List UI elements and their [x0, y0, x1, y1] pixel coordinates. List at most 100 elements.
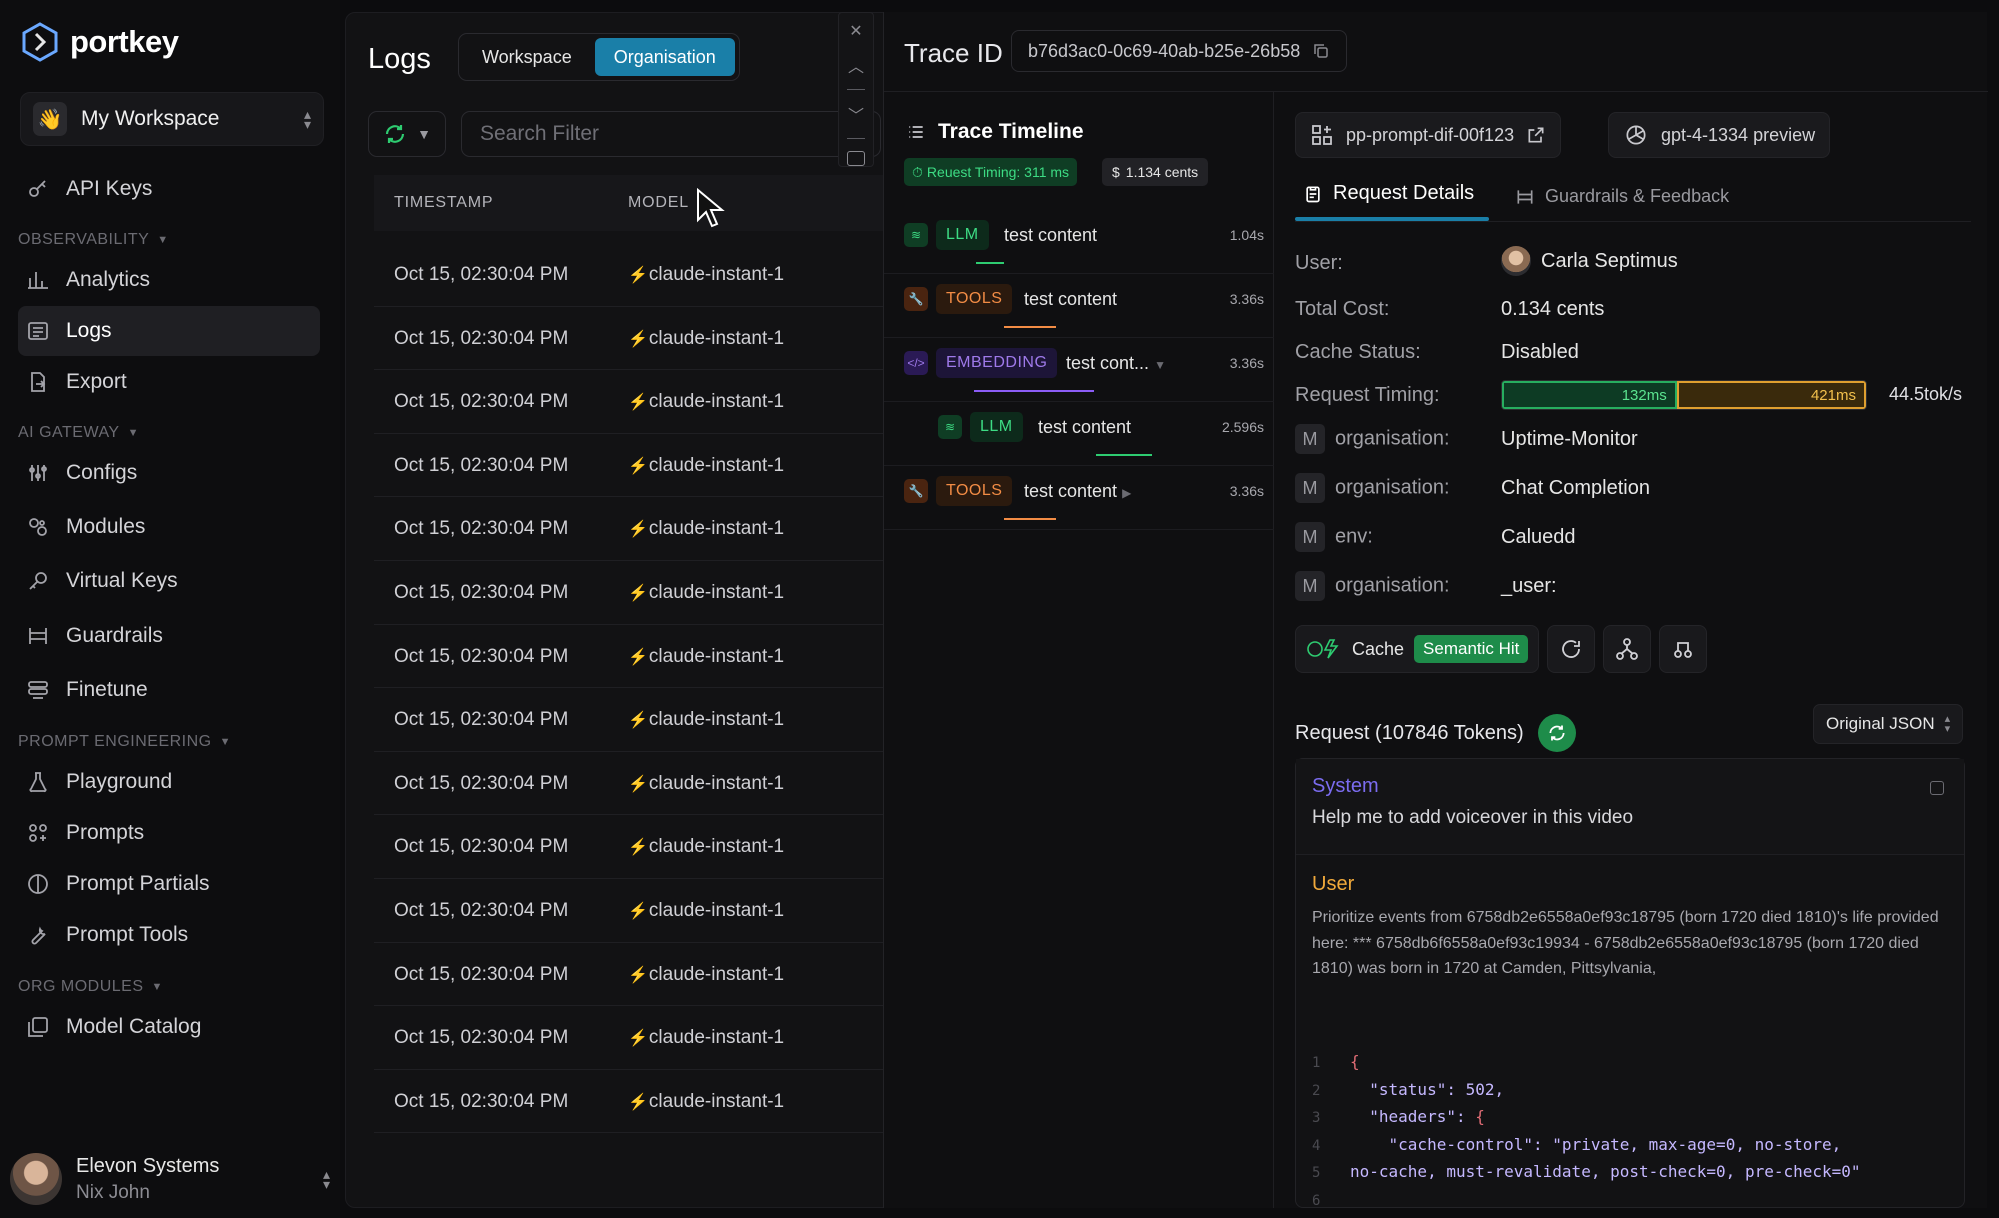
row-model: ⚡claude-instant-1 — [628, 391, 784, 413]
table-row[interactable]: Oct 15, 02:30:04 PM ⚡claude-instant-1 — [374, 434, 891, 498]
detail-value: Chat Completion — [1501, 477, 1650, 499]
sidebar-item-guardrails[interactable]: Guardrails — [18, 611, 320, 661]
tab-request-details[interactable]: Request Details — [1303, 182, 1474, 205]
compare-icon — [1674, 642, 1693, 658]
search-input[interactable]: Search Filter — [461, 111, 881, 157]
sidebar-item-prompt-partials[interactable]: Prompt Partials — [18, 859, 320, 909]
request-title-text: Request (107846 Tokens) — [1295, 721, 1524, 744]
mouse-cursor-icon — [697, 188, 725, 228]
timeline-title: Trace Timeline — [906, 120, 1084, 144]
table-row[interactable]: Oct 15, 02:30:04 PM ⚡claude-instant-1 — [374, 243, 891, 307]
user-menu[interactable]: Elevon Systems Nix John ▴ ▾ — [10, 1150, 330, 1208]
table-row[interactable]: Oct 15, 02:30:04 PM ⚡claude-instant-1 — [374, 370, 891, 434]
section-ai-gateway[interactable]: AI GATEWAY ▼ — [18, 424, 139, 442]
chevron-up-icon[interactable]: ︿ — [848, 53, 864, 77]
trace-graph-button[interactable] — [1603, 625, 1652, 673]
model-chip[interactable]: gpt-4-1334 preview — [1608, 112, 1831, 158]
line-number: 5 — [1312, 1165, 1321, 1181]
sidebar-item-configs[interactable]: Configs — [18, 448, 320, 498]
table-row[interactable]: Oct 15, 02:30:04 PM ⚡claude-instant-1 — [374, 1006, 891, 1070]
model-name: claude-instant-1 — [648, 391, 785, 413]
span-row-tools[interactable]: 🔧 TOOLS test content 3.36s — [884, 274, 1274, 338]
logs-panel: Logs Workspace Organisation ▼ Search Fil… — [345, 12, 891, 1208]
logs-table-body: Oct 15, 02:30:04 PM ⚡claude-instant-1 Oct… — [374, 243, 891, 1134]
organisation-scope-button[interactable]: Organisation — [594, 38, 735, 76]
table-row[interactable]: Oct 15, 02:30:04 PM ⚡claude-instant-1 — [374, 943, 891, 1007]
sync-icon[interactable] — [1537, 714, 1576, 752]
sidebar-item-api-keys[interactable]: API Keys — [18, 164, 320, 214]
json-format-select[interactable]: Original JSON ▴ ▾ — [1813, 704, 1964, 744]
sidebar-item-export[interactable]: Export — [18, 357, 320, 407]
bolt-icon: ⚡ — [628, 775, 648, 793]
span-row-tools-2[interactable]: 🔧 TOOLS test content ▶ 3.36s — [884, 466, 1274, 530]
table-row[interactable]: Oct 15, 02:30:04 PM ⚡claude-instant-1 — [374, 561, 891, 625]
column-model[interactable]: MODEL — [628, 194, 689, 212]
sidebar-item-label: API Keys — [66, 177, 153, 200]
table-row[interactable]: Oct 15, 02:30:04 PM ⚡claude-instant-1 — [374, 497, 891, 561]
bolt-icon: ⚡ — [628, 839, 648, 857]
row-timestamp: Oct 15, 02:30:04 PM — [394, 899, 569, 921]
sidebar-item-analytics[interactable]: Analytics — [18, 255, 320, 305]
section-label: AI GATEWAY — [18, 424, 120, 441]
sidebar-item-finetune[interactable]: Finetune — [18, 665, 320, 715]
table-row[interactable]: Oct 15, 02:30:04 PM ⚡claude-instant-1 — [374, 688, 891, 752]
app-window: portkey 👋 My Workspace ▴ ▾ API Keys OBSER… — [0, 0, 1999, 1218]
span-row-llm-child[interactable]: ≋ LLM test content 2.596s — [884, 402, 1274, 466]
detail-key: User: — [1295, 252, 1343, 274]
metadata-icon: M — [1295, 571, 1325, 601]
trace-id-field[interactable]: b76d3ac0-0c69-40ab-b25e-26b58 — [1011, 30, 1348, 72]
table-row[interactable]: Oct 15, 02:30:04 PM ⚡claude-instant-1 — [374, 752, 891, 816]
chevron-down-icon[interactable]: ﹀ — [848, 102, 864, 126]
tab-guardrails-feedback[interactable]: Guardrails & Feedback — [1515, 186, 1729, 207]
span-duration: 2.596s — [1221, 419, 1264, 435]
table-row[interactable]: Oct 15, 02:30:04 PM ⚡claude-instant-1 — [374, 1070, 891, 1134]
caret-right-icon[interactable]: ▶ — [1122, 486, 1131, 500]
copy-icon[interactable] — [1312, 42, 1330, 60]
code-key: "cache-control" — [1388, 1134, 1534, 1154]
catalog-icon — [26, 1015, 50, 1039]
sidebar-item-virtual-keys[interactable]: Virtual Keys — [18, 556, 320, 606]
section-prompt-engineering[interactable]: PROMPT ENGINEERING ▼ — [18, 733, 231, 751]
close-icon[interactable]: ✕ — [849, 21, 862, 41]
table-row[interactable]: Oct 15, 02:30:04 PM ⚡claude-instant-1 — [374, 815, 891, 879]
sidebar-item-prompt-tools[interactable]: Prompt Tools — [18, 910, 320, 960]
detail-key: Morganisation: — [1295, 473, 1450, 503]
table-row[interactable]: Oct 15, 02:30:04 PM ⚡claude-instant-1 — [374, 879, 891, 943]
compare-button[interactable] — [1659, 625, 1708, 673]
table-row[interactable]: Oct 15, 02:30:04 PM ⚡claude-instant-1 — [374, 625, 891, 689]
section-org-modules[interactable]: ORG MODULES ▼ — [18, 978, 163, 996]
sidebar-item-logs[interactable]: Logs — [18, 306, 320, 356]
cache-pill[interactable]: Cache Semantic Hit — [1295, 625, 1540, 673]
brand[interactable]: portkey — [20, 22, 179, 62]
span-row-llm[interactable]: ≋ LLM test content 1.04s — [884, 210, 1274, 274]
table-row[interactable]: Oct 15, 02:30:04 PM ⚡claude-instant-1 — [374, 307, 891, 371]
model-name: claude-instant-1 — [648, 963, 785, 985]
prompt-chip[interactable]: pp-prompt-dif-00f123 — [1295, 112, 1562, 158]
code-icon: </> — [904, 351, 928, 375]
refresh-button[interactable]: ▼ — [368, 111, 446, 157]
sidebar-item-modules[interactable]: Modules — [18, 502, 320, 552]
row-model: ⚡claude-instant-1 — [628, 1091, 784, 1113]
workspace-selector[interactable]: 👋 My Workspace ▴ ▾ — [20, 92, 324, 146]
collapse-panel-icon[interactable] — [847, 150, 865, 166]
llm-icon: ≋ — [904, 223, 928, 247]
rotate-icon — [1562, 640, 1581, 658]
sidebar-item-playground[interactable]: Playground — [18, 757, 320, 807]
workspace-scope-button[interactable]: Workspace — [463, 38, 591, 76]
user-message-text: Prioritize events from 6758db2e6558a0ef9… — [1312, 909, 1939, 977]
span-text-value: test cont... — [1066, 353, 1150, 373]
replay-button[interactable] — [1547, 625, 1596, 673]
details-tabs: Request Details Guardrails & Feedback — [1295, 172, 1971, 222]
span-row-embedding[interactable]: </> EMBEDDING test cont... ▼ 3.36s — [884, 338, 1274, 402]
caret-down-icon[interactable]: ▼ — [1154, 358, 1166, 372]
model-name: claude-instant-1 — [648, 899, 785, 921]
copy-icon[interactable] — [1930, 781, 1944, 795]
model-name: claude-instant-1 — [648, 709, 785, 731]
bolt-icon: ⚡ — [628, 712, 648, 730]
sidebar-item-model-catalog[interactable]: Model Catalog — [18, 1002, 320, 1052]
user-org: Elevon Systems — [76, 1154, 220, 1177]
detail-value: Caluedd — [1501, 526, 1576, 548]
section-observability[interactable]: OBSERVABILITY ▼ — [18, 231, 169, 249]
sidebar-item-prompts[interactable]: Prompts — [18, 808, 320, 858]
column-timestamp[interactable]: TIMESTAMP — [394, 194, 493, 212]
